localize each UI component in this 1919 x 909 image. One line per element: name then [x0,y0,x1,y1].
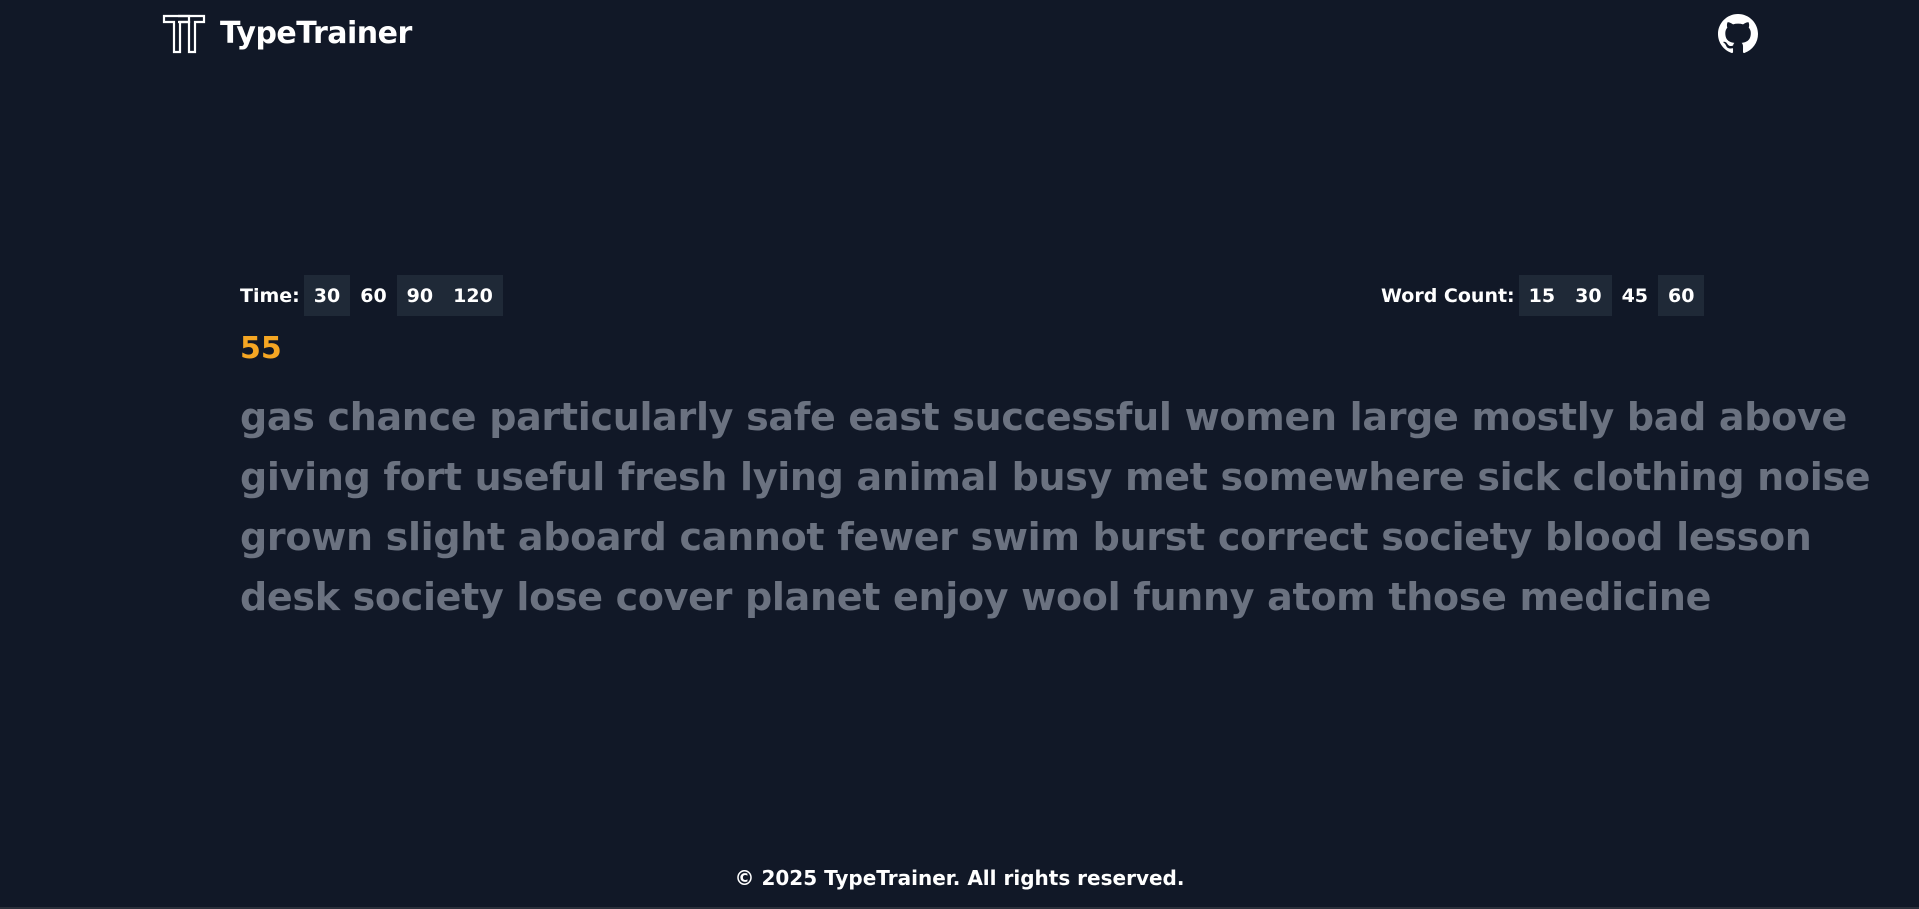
footer-copyright: © 2025 TypeTrainer. All rights reserved. [734,866,1185,890]
typing-text-area[interactable]: gas chance particularly safe east succes… [240,387,1871,627]
words-line: giving fort useful fresh lying animal bu… [240,455,1871,499]
app-page: TypeTrainer Time: 30 60 90 120 Word Coun… [0,0,1919,909]
brand-name: TypeTrainer [220,16,412,51]
word-count-option-45[interactable]: 45 [1612,275,1658,316]
word-count-option-30[interactable]: 30 [1565,275,1612,316]
time-option-90[interactable]: 90 [396,275,444,316]
word-count-label: Word Count: [1381,284,1515,307]
time-option-60[interactable]: 60 [350,275,396,316]
top-header: TypeTrainer [0,0,1919,68]
github-icon [1718,14,1758,54]
countdown-timer: 55 [240,331,282,366]
tt-logo-icon [162,14,206,54]
time-options: Time: 30 60 90 120 [240,275,503,316]
brand-home-link[interactable]: TypeTrainer [162,13,412,55]
words-line: grown slight aboard cannot fewer swim bu… [240,515,1812,559]
time-label: Time: [240,284,300,307]
word-count-option-15[interactable]: 15 [1518,275,1566,316]
word-count-option-60[interactable]: 60 [1658,275,1705,316]
github-link[interactable] [1718,14,1758,54]
word-count-options: Word Count: 15 30 45 60 [1381,275,1705,316]
time-option-30[interactable]: 30 [303,275,351,316]
words-line: gas chance particularly safe east succes… [240,395,1847,439]
time-option-120[interactable]: 120 [443,275,503,316]
words-line: desk society lose cover planet enjoy woo… [240,575,1712,619]
